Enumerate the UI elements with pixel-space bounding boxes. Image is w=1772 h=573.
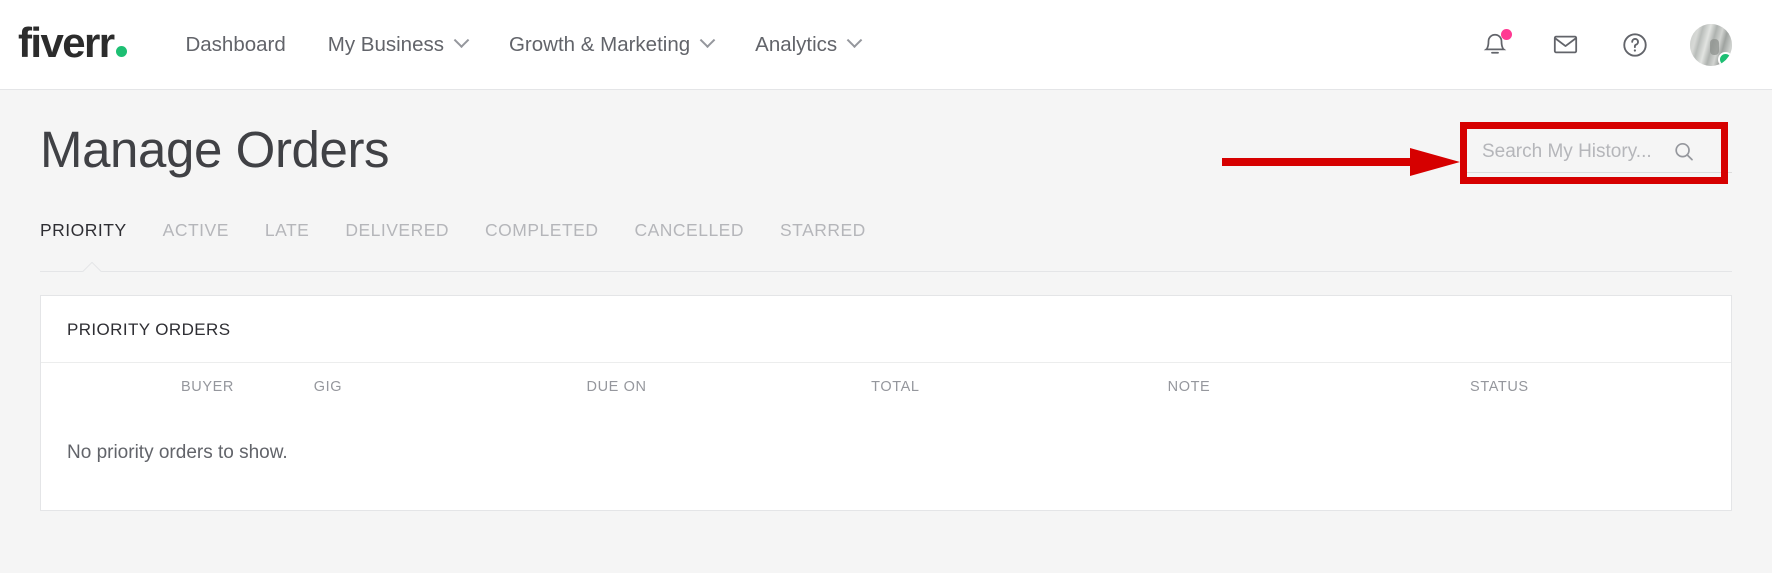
nav-item-growth-marketing[interactable]: Growth & Marketing xyxy=(508,32,716,57)
tab-delivered[interactable]: DELIVERED xyxy=(345,220,449,241)
tab-label: PRIORITY xyxy=(40,220,127,241)
logo-dot-icon xyxy=(116,45,128,57)
chevron-down-icon xyxy=(699,32,716,49)
tab-label: DELIVERED xyxy=(345,220,450,241)
fiverr-logo[interactable]: fiverr xyxy=(18,18,128,68)
page-header-row: Manage Orders xyxy=(40,90,1732,178)
main-nav: Dashboard My Business Growth & Marketing… xyxy=(185,32,863,57)
page-content: Manage Orders PRIORITY ACTIVE xyxy=(0,90,1772,512)
column-header-due-on: DUE ON xyxy=(586,379,647,396)
search-submit-button[interactable] xyxy=(1672,140,1696,164)
tab-active[interactable]: ACTIVE xyxy=(163,220,229,241)
column-header-total: TOTAL xyxy=(871,379,920,396)
page-title: Manage Orders xyxy=(40,121,390,178)
search-box[interactable] xyxy=(1464,134,1732,173)
search-history-container xyxy=(1464,134,1732,173)
tab-label: CANCELLED xyxy=(634,220,744,241)
nav-item-label: Dashboard xyxy=(185,32,286,56)
notification-badge-dot xyxy=(1501,28,1512,40)
chevron-down-icon xyxy=(846,32,863,49)
column-header-gig: GIG xyxy=(313,379,343,396)
tab-label: LATE xyxy=(264,220,310,241)
orders-table-body: No priority orders to show. xyxy=(41,410,1731,510)
tab-priority[interactable]: PRIORITY xyxy=(40,220,127,241)
nav-item-my-business[interactable]: My Business xyxy=(327,32,470,57)
header-actions xyxy=(1480,23,1732,66)
tab-late[interactable]: LATE xyxy=(265,220,309,241)
notifications-button[interactable] xyxy=(1480,28,1512,60)
orders-tabs-section: PRIORITY ACTIVE LATE DELIVERED COMPLETED… xyxy=(40,220,1732,273)
card-heading: PRIORITY ORDERS xyxy=(41,296,1731,364)
tabs-divider xyxy=(40,271,1732,273)
nav-item-label: Analytics xyxy=(755,32,838,56)
chevron-down-icon xyxy=(453,32,470,49)
top-navigation-bar: fiverr Dashboard My Business Growth & Ma… xyxy=(0,0,1772,90)
help-button[interactable] xyxy=(1620,30,1650,60)
orders-tabs: PRIORITY ACTIVE LATE DELIVERED COMPLETED… xyxy=(40,220,1732,271)
table-header-row: BUYER GIG DUE ON TOTAL NOTE STATUS xyxy=(41,363,1731,410)
empty-state-message: No priority orders to show. xyxy=(67,442,288,464)
column-header-note: NOTE xyxy=(1167,379,1211,396)
orders-table: BUYER GIG DUE ON TOTAL NOTE STATUS No pr… xyxy=(41,363,1731,510)
orders-table-head: BUYER GIG DUE ON TOTAL NOTE STATUS xyxy=(41,363,1731,410)
nav-item-label: My Business xyxy=(327,32,444,56)
search-icon xyxy=(1675,142,1693,161)
envelope-icon xyxy=(1553,35,1577,54)
tab-completed[interactable]: COMPLETED xyxy=(485,220,598,241)
avatar[interactable] xyxy=(1690,23,1732,66)
priority-orders-card: PRIORITY ORDERS BUYER GIG DUE ON TOTAL N… xyxy=(40,295,1732,512)
search-input[interactable] xyxy=(1482,141,1672,163)
messages-button[interactable] xyxy=(1550,30,1580,60)
active-tab-caret-icon xyxy=(82,262,102,272)
tab-label: COMPLETED xyxy=(485,220,599,241)
logo-text: fiverr xyxy=(18,18,115,66)
table-row: No priority orders to show. xyxy=(41,410,1731,510)
nav-item-analytics[interactable]: Analytics xyxy=(755,32,863,57)
question-circle-icon xyxy=(1623,32,1647,57)
nav-item-label: Growth & Marketing xyxy=(508,32,691,56)
tab-label: STARRED xyxy=(780,220,866,241)
column-header-buyer: BUYER xyxy=(181,379,234,396)
tab-cancelled[interactable]: CANCELLED xyxy=(634,220,744,241)
nav-item-dashboard[interactable]: Dashboard xyxy=(185,33,285,57)
tab-label: ACTIVE xyxy=(162,220,229,241)
column-header-status: STATUS xyxy=(1470,379,1529,396)
online-status-dot-icon xyxy=(1718,51,1732,66)
tab-starred[interactable]: STARRED xyxy=(780,220,866,241)
